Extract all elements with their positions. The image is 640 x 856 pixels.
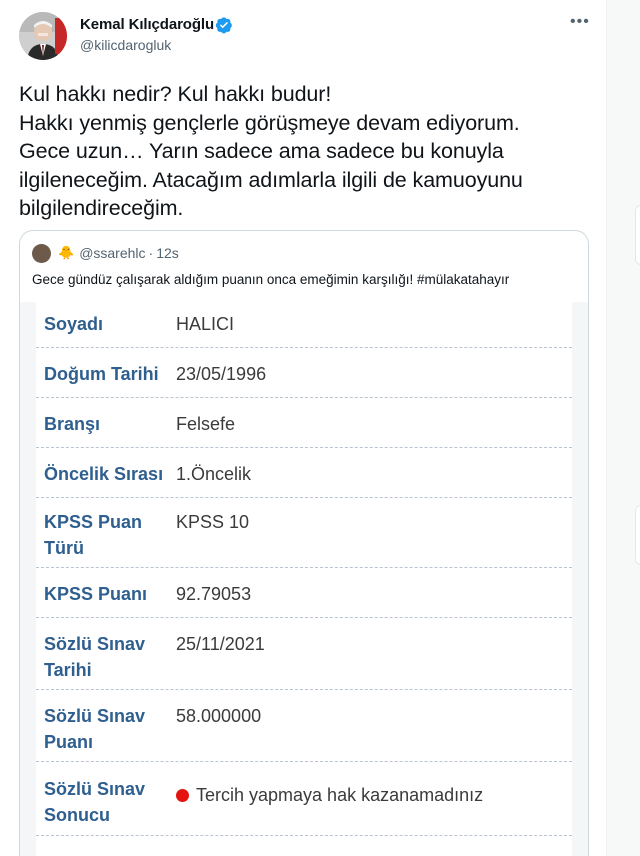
row-value: 1.Öncelik <box>176 464 252 484</box>
author-handle[interactable]: @kilicdarogluk <box>80 37 171 53</box>
table-row: Branşı Felsefe <box>36 398 572 448</box>
quoted-tweet-time[interactable]: 12s <box>156 245 179 261</box>
quoted-tweet-text: Gece gündüz çalışarak aldığım puanın onc… <box>32 272 510 287</box>
adjacent-panel-fragment <box>635 205 640 265</box>
quoted-tweet-image[interactable]: Soyadı HALICI Doğum Tarihi 23/05/1996 Br… <box>20 302 588 856</box>
row-value: 58.000000 <box>176 706 262 726</box>
adjacent-panel-fragment <box>635 505 640 565</box>
tweet-text-line: ilgileneceğim. Atacağım adımlarla ilgili… <box>19 167 523 192</box>
row-label: Soyadı <box>44 314 104 334</box>
separator-dot: · <box>148 245 154 261</box>
table-row: Doğum Tarihi 23/05/1996 <box>36 348 572 398</box>
row-label: Branşı <box>44 414 101 434</box>
row-label: Sözlü Sınav Puanı <box>44 706 146 752</box>
row-label: Öncelik Sırası <box>44 464 164 484</box>
tweet-text-line: Gece uzun… Yarın sadece ama sadece bu ko… <box>19 139 504 163</box>
tweet-text: Kul hakkı nedir? Kul hakkı budur! Hakkı … <box>19 80 599 223</box>
table-row: Sözlü Sınav Puanı 58.000000 <box>36 690 572 762</box>
tweet-text-line: Hakkı yenmiş gençlerle görüşmeye devam e… <box>19 110 520 135</box>
row-value: 92.79053 <box>176 584 252 604</box>
author-photo <box>19 12 67 60</box>
tweet[interactable]: Kemal Kılıçdaroğlu @kilicdarogluk ••• Ku… <box>0 0 606 856</box>
adjacent-panel-edge <box>606 0 640 856</box>
table-row: KPSS Puan Türü KPSS 10 <box>36 498 572 568</box>
more-horizontal-icon[interactable]: ••• <box>570 14 590 30</box>
verified-badge-icon <box>215 17 232 34</box>
quoted-tweet-header: 🐥 @ssarehlc · 12s <box>32 243 179 263</box>
result-status-text: Tercih yapmaya hak kazanamadınız <box>196 785 484 805</box>
author-avatar[interactable] <box>19 12 67 60</box>
row-value: Tercih yapmaya hak kazanamadınız <box>176 782 483 808</box>
result-table: Soyadı HALICI Doğum Tarihi 23/05/1996 Br… <box>36 302 572 856</box>
row-label: KPSS Puanı <box>44 584 148 604</box>
row-label: Sözlü Sınav Tarihi <box>44 634 146 680</box>
row-value: Felsefe <box>176 414 236 434</box>
row-value: HALICI <box>176 314 235 334</box>
table-row: Soyadı HALICI <box>36 302 572 348</box>
row-value: KPSS 10 <box>176 512 250 532</box>
table-row: Öncelik Sırası 1.Öncelik <box>36 448 572 498</box>
table-row: Sözlü Sınav Tarihi 25/11/2021 <box>36 618 572 690</box>
quoted-author-emoji: 🐥 <box>58 245 75 260</box>
row-label: KPSS Puan Türü <box>44 512 143 558</box>
table-row: KPSS Puanı 92.79053 <box>36 568 572 618</box>
author-name[interactable]: Kemal Kılıçdaroğlu <box>80 16 214 33</box>
row-label: Doğum Tarihi <box>44 364 159 384</box>
tweet-text-line: bilgilendireceğim. <box>19 196 184 220</box>
quoted-tweet[interactable]: 🐥 @ssarehlc · 12s Gece gündüz çalışarak … <box>19 230 589 856</box>
quoted-author-handle[interactable]: @ssarehlc <box>79 245 145 261</box>
status-dot-icon <box>176 789 189 802</box>
row-value: 25/11/2021 <box>176 634 265 654</box>
tweet-text-line: Kul hakkı nedir? Kul hakkı budur! <box>19 82 332 106</box>
quoted-author-avatar[interactable] <box>32 243 51 263</box>
table-row: Sözlü Sınav Sonucu Tercih yapmaya hak ka… <box>36 762 572 836</box>
row-label: Sözlü Sınav Sonucu <box>44 779 146 825</box>
row-value: 23/05/1996 <box>176 364 267 384</box>
